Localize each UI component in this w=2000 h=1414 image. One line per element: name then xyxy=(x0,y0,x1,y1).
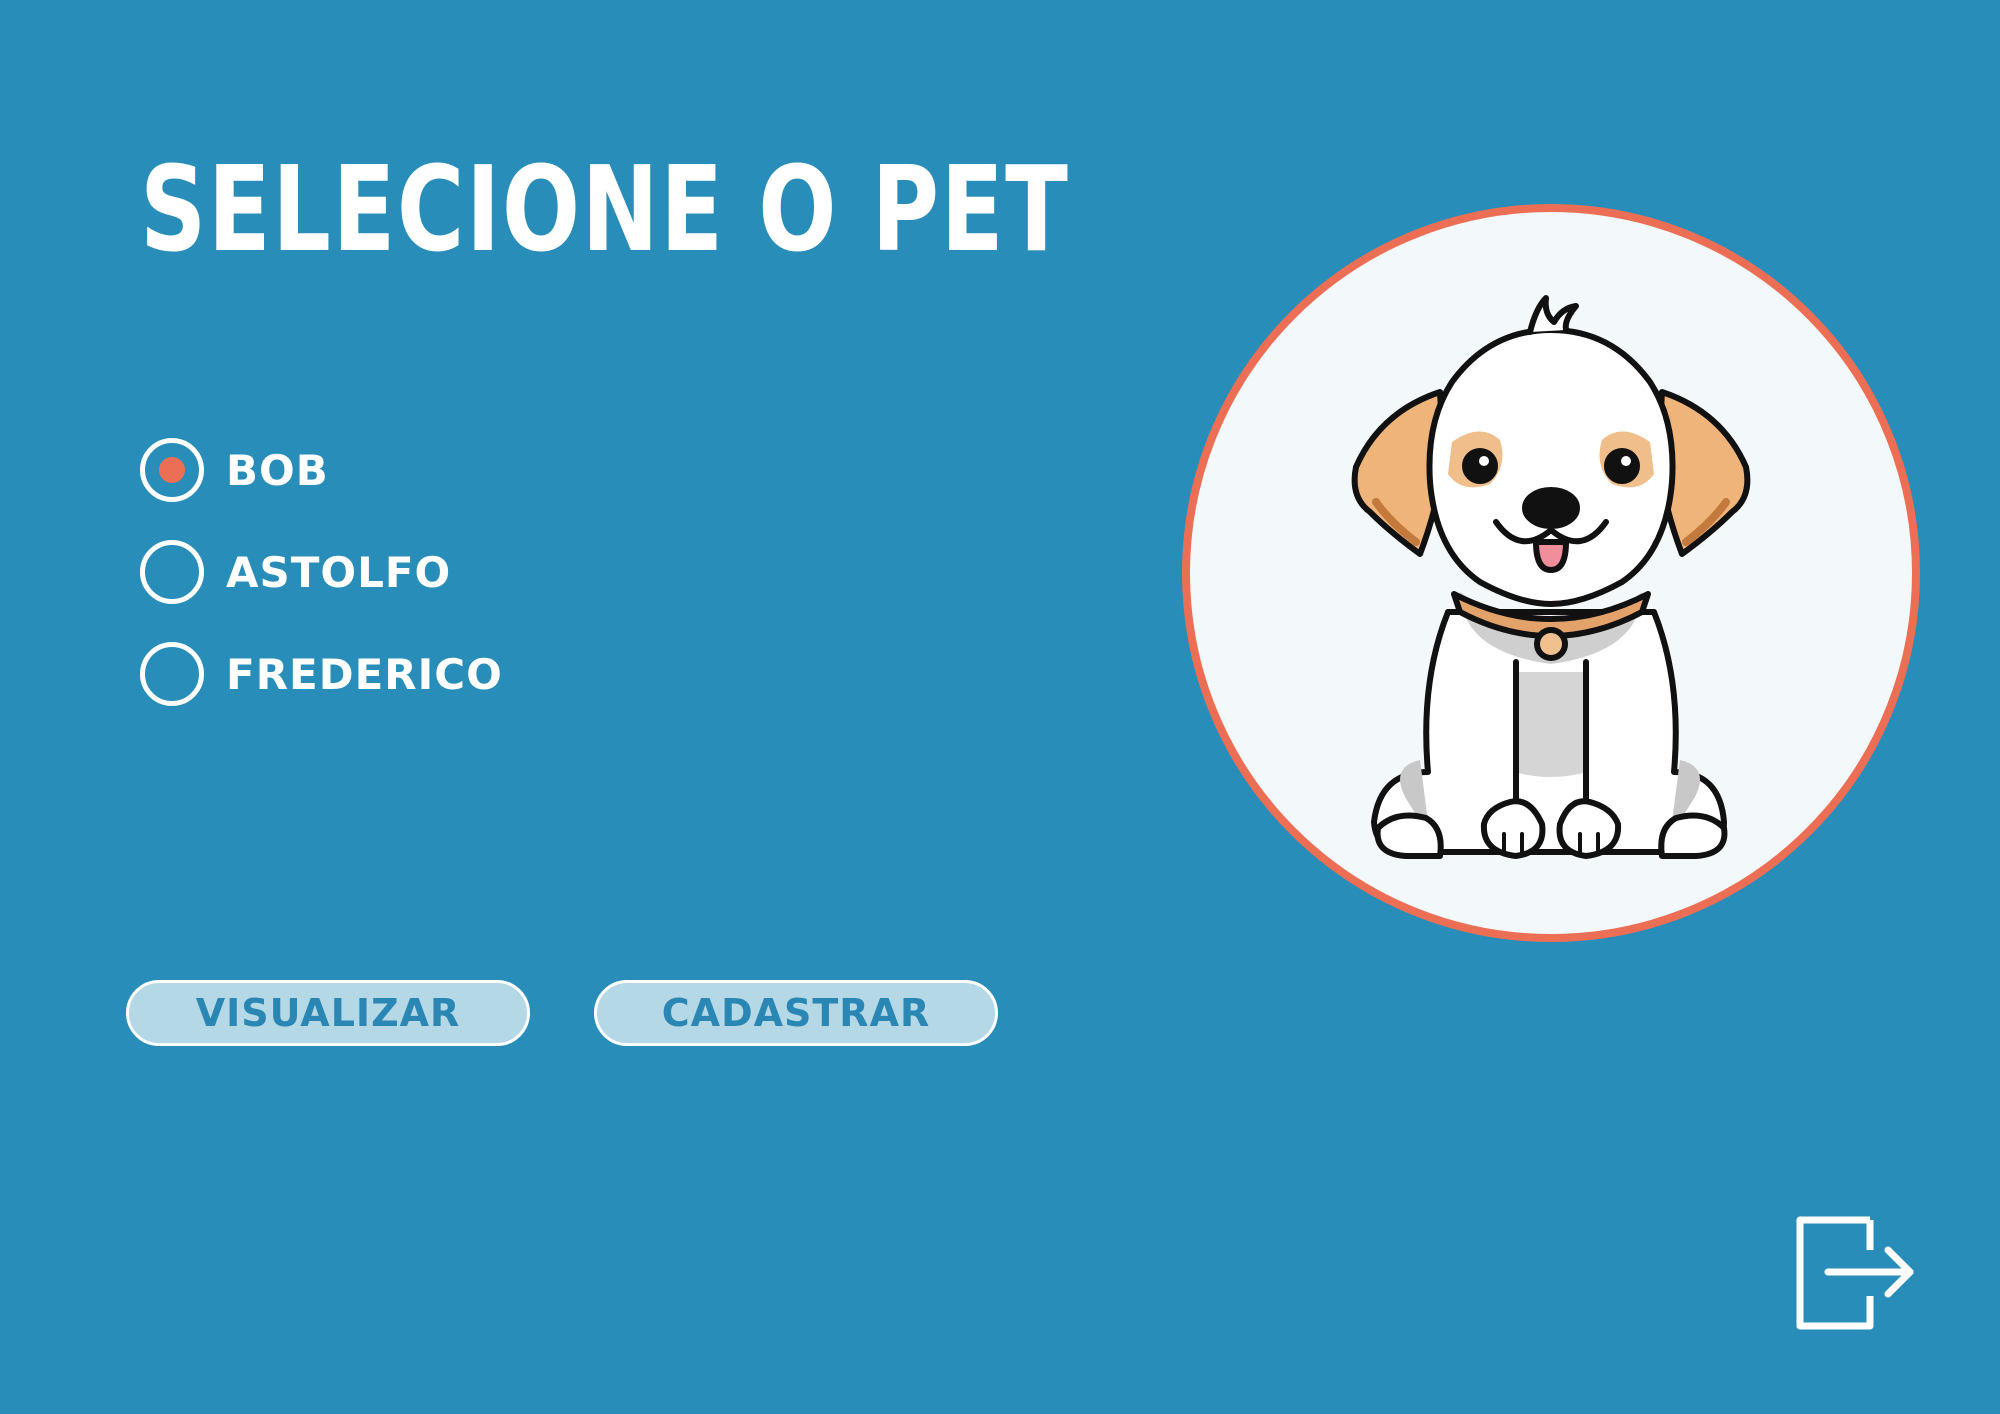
radio-selected-dot xyxy=(159,661,185,687)
page-title: SELECIONE O PET xyxy=(140,140,1070,278)
pet-option-bob[interactable]: BOB xyxy=(140,432,503,508)
pet-label: BOB xyxy=(226,445,329,495)
pet-option-frederico[interactable]: FREDERICO xyxy=(140,636,503,712)
visualizar-button[interactable]: VISUALIZAR xyxy=(126,980,530,1046)
radio-selected-dot xyxy=(159,559,185,585)
pet-radio-group: BOB ASTOLFO FREDERICO xyxy=(140,432,503,738)
radio-button[interactable] xyxy=(140,540,204,604)
radio-button[interactable] xyxy=(140,642,204,706)
pet-label: FREDERICO xyxy=(226,649,503,699)
pet-label: ASTOLFO xyxy=(226,547,452,597)
radio-button[interactable] xyxy=(140,438,204,502)
radio-selected-dot xyxy=(159,457,185,483)
dog-illustration-icon xyxy=(1351,295,1751,859)
logout-icon[interactable] xyxy=(1790,1210,1920,1336)
pet-avatar xyxy=(1182,204,1920,942)
pet-option-astolfo[interactable]: ASTOLFO xyxy=(140,534,503,610)
cadastrar-button[interactable]: CADASTRAR xyxy=(594,980,998,1046)
